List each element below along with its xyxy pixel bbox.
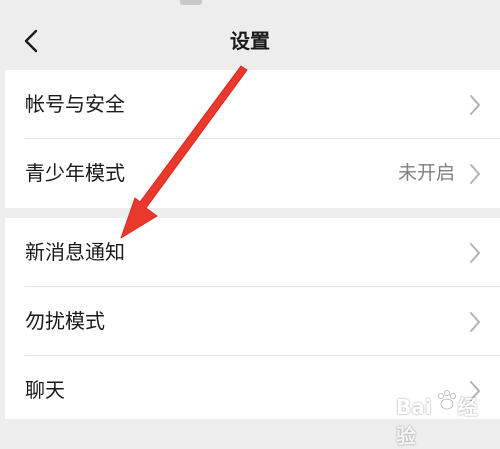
chevron-right-icon bbox=[470, 95, 480, 115]
settings-item-label: 聊天 bbox=[25, 378, 65, 402]
paw-icon bbox=[438, 390, 456, 410]
page-title: 设置 bbox=[230, 29, 270, 53]
settings-item-do-not-disturb[interactable]: 勿扰模式 bbox=[5, 287, 500, 356]
navigation-bar: 设置 bbox=[0, 12, 500, 70]
status-indicator bbox=[180, 0, 202, 5]
settings-item-value: 未开启 bbox=[397, 162, 455, 184]
settings-group-account: 帐号与安全 青少年模式 未开启 bbox=[5, 70, 500, 208]
settings-item-label: 新消息通知 bbox=[25, 240, 125, 264]
settings-item-label: 勿扰模式 bbox=[25, 309, 105, 333]
watermark: Bai 经验 bbox=[396, 387, 496, 448]
chevron-right-icon bbox=[470, 164, 480, 184]
chevron-right-icon bbox=[470, 312, 480, 332]
settings-item-label: 帐号与安全 bbox=[25, 92, 125, 116]
status-bar bbox=[0, 0, 500, 12]
settings-item-label: 青少年模式 bbox=[25, 161, 125, 185]
settings-item-new-message-notification[interactable]: 新消息通知 bbox=[5, 218, 500, 287]
settings-item-teen-mode[interactable]: 青少年模式 未开启 bbox=[5, 139, 500, 208]
chevron-right-icon bbox=[470, 243, 480, 263]
settings-item-account-security[interactable]: 帐号与安全 bbox=[5, 70, 500, 139]
